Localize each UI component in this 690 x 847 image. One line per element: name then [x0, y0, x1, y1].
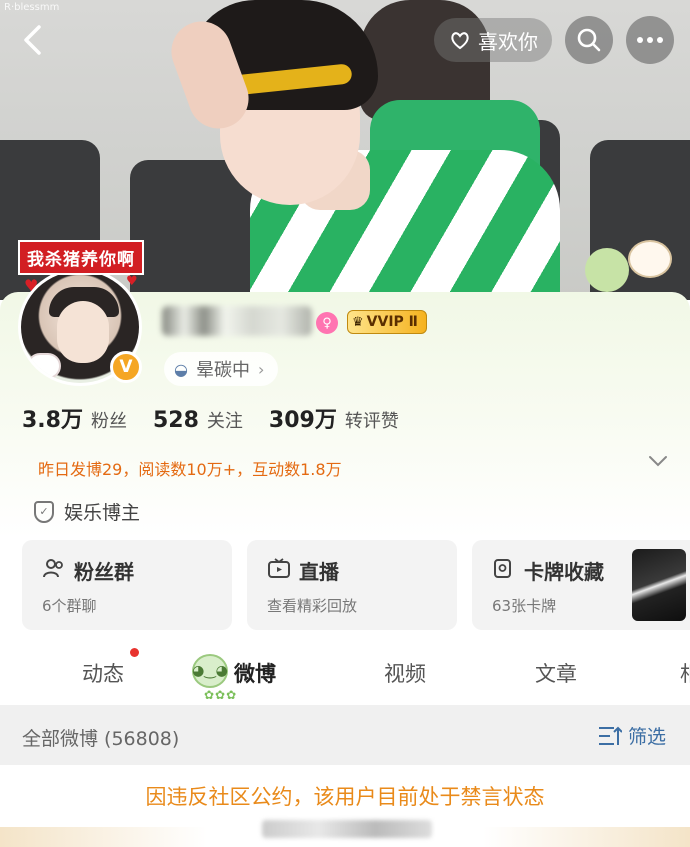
stat-label: 关注	[206, 411, 243, 432]
card-title: 粉丝群	[74, 560, 134, 584]
stat-interactions[interactable]: 309万 转评赞	[269, 402, 399, 434]
rice-bowl-icon: ◒	[174, 359, 188, 379]
stat-number: 309万	[268, 408, 337, 433]
crown-icon: ♛	[352, 314, 364, 330]
filter-icon	[599, 726, 622, 745]
female-icon: ♀	[316, 312, 338, 334]
heart-icon: ♥	[24, 276, 39, 295]
category-label: 娱乐博主	[64, 502, 141, 524]
back-arrow-icon	[24, 25, 41, 55]
chevron-down-icon[interactable]	[648, 454, 668, 468]
card-thumbnail[interactable]	[632, 549, 686, 621]
cover-watermark: R·blessmm	[4, 2, 60, 13]
stat-label: 转评赞	[344, 411, 399, 432]
tab-articles[interactable]: 文章	[535, 658, 577, 688]
filter-button[interactable]: 筛选	[598, 722, 666, 749]
group-icon	[42, 558, 66, 583]
blurred-post-preview	[262, 820, 432, 838]
status-pill[interactable]: ◒ 晕碳中 ›	[164, 352, 279, 386]
search-button[interactable]	[565, 16, 613, 64]
back-button[interactable]	[12, 18, 52, 62]
card-title: 卡牌收藏	[524, 560, 604, 584]
sticker-apple	[585, 248, 629, 292]
username-blurred	[162, 306, 312, 336]
vip-badge[interactable]: ♛ VVIP Ⅱ	[347, 310, 427, 334]
mascot-icon: ◕‿◕	[192, 654, 228, 688]
search-icon	[577, 28, 601, 52]
shield-icon: ✓	[34, 500, 54, 523]
live-card[interactable]: 直播 查看精彩回放	[247, 540, 457, 630]
vip-label: VVIP Ⅱ	[366, 314, 418, 330]
more-button[interactable]	[626, 16, 674, 64]
fan-group-card[interactable]: 粉丝群 6个群聊	[22, 540, 232, 630]
flower-icon: ✿✿✿	[204, 688, 238, 702]
card-collection-icon	[492, 558, 516, 583]
chevron-right-icon: ›	[257, 359, 265, 379]
avatar-face	[57, 301, 109, 363]
notification-dot	[130, 648, 139, 657]
tv-icon	[267, 558, 291, 583]
tab-weibo[interactable]: 微博	[234, 658, 276, 688]
verified-badge-icon: V	[110, 351, 142, 383]
category-row[interactable]: ✓ 娱乐博主	[34, 498, 140, 525]
tab-dynamics[interactable]: 动态	[82, 658, 124, 688]
like-label: 喜欢你	[478, 29, 538, 54]
stat-number: 3.8万	[22, 408, 83, 433]
feed-header: 全部微博 (56808) 筛选	[0, 705, 690, 765]
stat-label: 粉丝	[90, 411, 127, 432]
filter-label: 筛选	[628, 726, 667, 748]
heart-icon: ♥	[126, 274, 138, 289]
stat-followers[interactable]: 3.8万 粉丝	[22, 402, 127, 434]
card-title: 直播	[299, 560, 339, 584]
feed-count: 全部微博 (56808)	[22, 728, 180, 750]
status-text: 晕碳中	[195, 360, 250, 381]
profile-tabs: 动态 微博 视频 文章 相	[0, 644, 690, 704]
sticker-bunny	[628, 240, 672, 278]
card-subtitle: 查看精彩回放	[267, 597, 358, 615]
like-button[interactable]: 喜欢你	[434, 18, 552, 62]
more-dots-icon	[637, 37, 663, 43]
profile-stats: 3.8万 粉丝 528 关注 309万 转评赞	[22, 402, 425, 434]
card-subtitle: 6个群聊	[42, 597, 97, 615]
heart-hand-icon	[451, 32, 469, 50]
ban-notice: 因违反社区公约，该用户目前处于禁言状态	[0, 765, 690, 827]
bunny-icon	[27, 353, 61, 379]
stat-following[interactable]: 528 关注	[153, 407, 243, 433]
stat-number: 528	[152, 408, 199, 433]
activity-summary[interactable]: 昨日发博29，阅读数10万+，互动数1.8万	[38, 456, 342, 480]
avatar-tag-banner: 我杀猪养你啊	[18, 240, 144, 275]
tab-photos[interactable]: 相	[680, 658, 690, 688]
tab-video[interactable]: 视频	[384, 658, 426, 688]
